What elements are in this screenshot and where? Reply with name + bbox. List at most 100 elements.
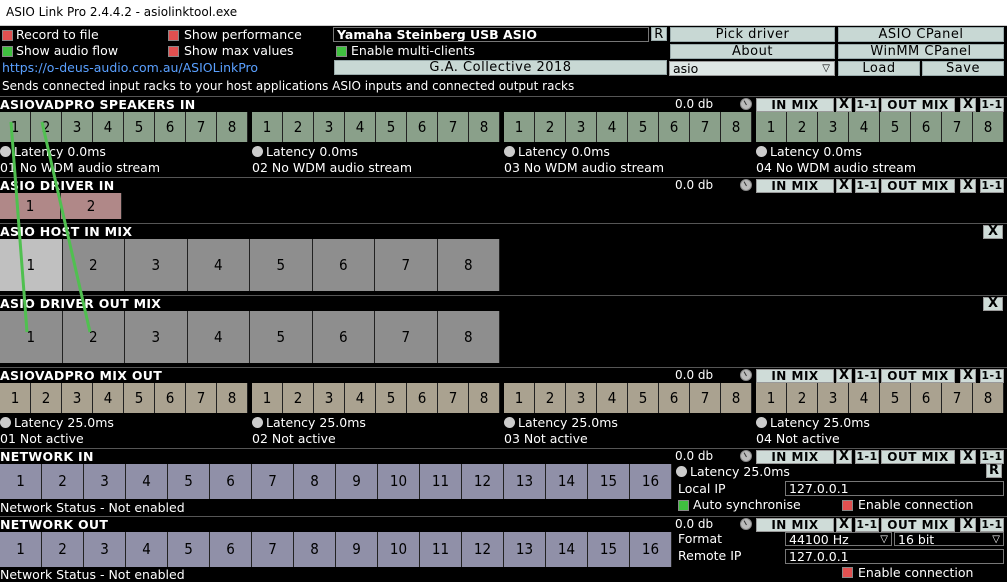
channel-12[interactable]: 12 bbox=[462, 464, 504, 499]
channel-3[interactable]: 3 bbox=[818, 112, 849, 142]
channel-6[interactable]: 6 bbox=[407, 383, 438, 413]
channel-2[interactable]: 2 bbox=[42, 464, 84, 499]
preset-select[interactable]: asio ▽ bbox=[669, 61, 835, 76]
winmm-cpanel-button[interactable]: WinMM CPanel bbox=[838, 44, 1004, 59]
channel-15[interactable]: 15 bbox=[588, 464, 630, 499]
channel-3[interactable]: 3 bbox=[62, 383, 93, 413]
channel-7[interactable]: 7 bbox=[186, 383, 217, 413]
one-to-one-out-button[interactable]: 1-1 bbox=[980, 369, 1004, 383]
channel-12[interactable]: 12 bbox=[462, 532, 504, 567]
channel-4[interactable]: 4 bbox=[187, 239, 250, 291]
close-out-mix-button[interactable]: X bbox=[960, 450, 976, 464]
one-to-one-in-button[interactable]: 1-1 bbox=[855, 369, 879, 383]
channel-8[interactable]: 8 bbox=[294, 464, 336, 499]
channel-4[interactable]: 4 bbox=[126, 532, 168, 567]
one-to-one-out-button[interactable]: 1-1 bbox=[980, 450, 1004, 464]
channel-13[interactable]: 13 bbox=[504, 464, 546, 499]
channel-4[interactable]: 4 bbox=[849, 112, 880, 142]
channel-8[interactable]: 8 bbox=[217, 383, 248, 413]
channel-3[interactable]: 3 bbox=[566, 112, 597, 142]
channel-1[interactable]: 1 bbox=[0, 239, 63, 291]
close-out-mix-button[interactable]: X bbox=[960, 369, 976, 383]
remote-ip-field[interactable]: 127.0.0.1 bbox=[785, 549, 1004, 564]
one-to-one-out-button[interactable]: 1-1 bbox=[980, 518, 1004, 532]
channel-5[interactable]: 5 bbox=[168, 532, 210, 567]
channel-7[interactable]: 7 bbox=[690, 383, 721, 413]
channel-6[interactable]: 6 bbox=[155, 112, 186, 142]
channel-10[interactable]: 10 bbox=[378, 532, 420, 567]
in-mix-button[interactable]: IN MIX bbox=[756, 518, 834, 532]
channel-8[interactable]: 8 bbox=[294, 532, 336, 567]
channel-4[interactable]: 4 bbox=[849, 383, 880, 413]
channel-1[interactable]: 1 bbox=[504, 112, 535, 142]
refresh-driver-button[interactable]: R bbox=[651, 27, 667, 41]
channel-1[interactable]: 1 bbox=[0, 193, 61, 219]
channel-3[interactable]: 3 bbox=[566, 383, 597, 413]
channel-5[interactable]: 5 bbox=[124, 112, 155, 142]
channel-2[interactable]: 2 bbox=[62, 311, 125, 363]
about-button[interactable]: About bbox=[670, 44, 835, 59]
channel-11[interactable]: 11 bbox=[420, 464, 462, 499]
channel-15[interactable]: 15 bbox=[588, 532, 630, 567]
channel-9[interactable]: 9 bbox=[336, 532, 378, 567]
one-to-one-in-button[interactable]: 1-1 bbox=[855, 98, 879, 112]
one-to-one-in-button[interactable]: 1-1 bbox=[855, 518, 879, 532]
channel-2[interactable]: 2 bbox=[31, 383, 62, 413]
channel-5[interactable]: 5 bbox=[628, 383, 659, 413]
collective-button[interactable]: G.A. Collective 2018 bbox=[334, 60, 667, 75]
channel-6[interactable]: 6 bbox=[407, 112, 438, 142]
channel-1[interactable]: 1 bbox=[756, 383, 787, 413]
channel-6[interactable]: 6 bbox=[659, 112, 690, 142]
asio-cpanel-button[interactable]: ASIO CPanel bbox=[838, 27, 1004, 42]
gain-knob-icon[interactable] bbox=[740, 450, 752, 462]
website-link[interactable]: https://o-deus-audio.com.au/ASIOLinkPro bbox=[2, 60, 258, 76]
channel-7[interactable]: 7 bbox=[942, 383, 973, 413]
save-button[interactable]: Save bbox=[922, 61, 1004, 76]
channel-4[interactable]: 4 bbox=[126, 464, 168, 499]
show-audio-flow-checkbox[interactable] bbox=[2, 46, 13, 57]
channel-8[interactable]: 8 bbox=[973, 383, 1004, 413]
channel-2[interactable]: 2 bbox=[787, 383, 818, 413]
channel-8[interactable]: 8 bbox=[217, 112, 248, 142]
channel-14[interactable]: 14 bbox=[546, 532, 588, 567]
channel-7[interactable]: 7 bbox=[375, 239, 438, 291]
channel-2[interactable]: 2 bbox=[42, 532, 84, 567]
channel-5[interactable]: 5 bbox=[880, 383, 911, 413]
channel-8[interactable]: 8 bbox=[437, 239, 500, 291]
channel-2[interactable]: 2 bbox=[61, 193, 122, 219]
channel-1[interactable]: 1 bbox=[504, 383, 535, 413]
load-button[interactable]: Load bbox=[838, 61, 920, 76]
channel-6[interactable]: 6 bbox=[659, 383, 690, 413]
close-section-button[interactable]: X bbox=[983, 225, 1003, 239]
show-max-values-checkbox[interactable] bbox=[168, 46, 179, 57]
channel-6[interactable]: 6 bbox=[210, 532, 252, 567]
channel-7[interactable]: 7 bbox=[942, 112, 973, 142]
close-in-mix-button[interactable]: X bbox=[836, 518, 852, 532]
channel-11[interactable]: 11 bbox=[420, 532, 462, 567]
channel-7[interactable]: 7 bbox=[252, 532, 294, 567]
gain-knob-icon[interactable] bbox=[740, 98, 752, 110]
channel-1[interactable]: 1 bbox=[0, 464, 42, 499]
channel-7[interactable]: 7 bbox=[438, 383, 469, 413]
channel-8[interactable]: 8 bbox=[469, 383, 500, 413]
out-mix-button[interactable]: OUT MIX bbox=[881, 518, 955, 532]
channel-2[interactable]: 2 bbox=[31, 112, 62, 142]
channel-1[interactable]: 1 bbox=[252, 383, 283, 413]
close-out-mix-button[interactable]: X bbox=[960, 518, 976, 532]
channel-6[interactable]: 6 bbox=[155, 383, 186, 413]
network-out-enable-checkbox[interactable] bbox=[842, 567, 853, 578]
channel-16[interactable]: 16 bbox=[630, 464, 672, 499]
channel-3[interactable]: 3 bbox=[84, 532, 126, 567]
channel-7[interactable]: 7 bbox=[252, 464, 294, 499]
channel-6[interactable]: 6 bbox=[911, 383, 942, 413]
in-mix-button[interactable]: IN MIX bbox=[756, 179, 834, 193]
channel-8[interactable]: 8 bbox=[437, 311, 500, 363]
channel-7[interactable]: 7 bbox=[690, 112, 721, 142]
channel-5[interactable]: 5 bbox=[376, 383, 407, 413]
gain-knob-icon[interactable] bbox=[740, 369, 752, 381]
close-in-mix-button[interactable]: X bbox=[836, 179, 852, 193]
channel-1[interactable]: 1 bbox=[0, 112, 31, 142]
close-section-button[interactable]: X bbox=[983, 297, 1003, 311]
channel-2[interactable]: 2 bbox=[283, 383, 314, 413]
in-mix-button[interactable]: IN MIX bbox=[756, 369, 834, 383]
